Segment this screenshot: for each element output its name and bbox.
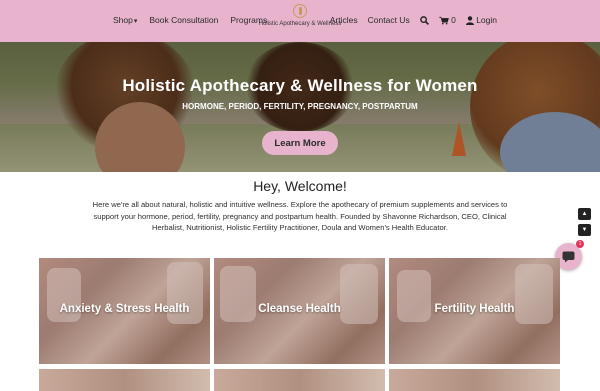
chevron-down-icon: ▾ [133, 18, 138, 25]
login-button[interactable]: Login [465, 15, 497, 26]
hero-banner: Holistic Apothecary & Wellness for Women… [0, 42, 600, 172]
cart-icon [438, 17, 449, 25]
nav-book-consultation[interactable]: Book Consultation [149, 15, 218, 25]
nav-shop[interactable]: Shop▾ [113, 15, 137, 25]
category-tile-cleanse[interactable]: Cleanse Health [214, 258, 385, 364]
nav-shop-label: Shop [113, 15, 133, 25]
tile-label: Anxiety & Stress Health [59, 303, 190, 315]
site-header: Shop▾ Book Consultation Programs Holisti… [0, 0, 600, 42]
scroll-down-button[interactable]: ▼ [578, 224, 591, 236]
category-tile-next[interactable] [214, 369, 385, 391]
search-icon [419, 16, 429, 26]
tile-label: Fertility Health [434, 303, 515, 315]
category-tile-next[interactable] [39, 369, 210, 391]
search-button[interactable] [419, 15, 429, 26]
welcome-title: Hey, Welcome! [253, 178, 347, 194]
hero-subtitle: HORMONE, PERIOD, FERTILITY, PREGNANCY, P… [182, 102, 418, 111]
tile-label: Cleanse Health [258, 303, 341, 315]
user-icon [465, 16, 474, 26]
category-tile-next[interactable] [389, 369, 560, 391]
learn-more-button[interactable]: Learn More [262, 131, 338, 155]
cart-count: 0 [451, 15, 456, 25]
caret-up-icon: ▲ [581, 211, 588, 217]
welcome-text: Here we're all about natural, holistic a… [92, 200, 508, 232]
nav-contact-us[interactable]: Contact Us [368, 15, 410, 25]
chat-icon [562, 251, 575, 262]
logo-mark-icon [293, 4, 307, 18]
hero-title: Holistic Apothecary & Wellness for Women [122, 76, 478, 95]
cart-button[interactable]: 0 [438, 15, 456, 25]
nav-articles[interactable]: Articles [330, 15, 358, 25]
caret-down-icon: ▼ [581, 227, 588, 233]
scroll-up-button[interactable]: ▲ [578, 208, 591, 220]
chat-badge: 1 [576, 240, 584, 248]
primary-nav: Shop▾ Book Consultation Programs [113, 15, 267, 25]
category-tile-fertility[interactable]: Fertility Health [389, 258, 560, 364]
secondary-nav: Articles Contact Us 0 Login [330, 15, 497, 26]
category-tile-anxiety[interactable]: Anxiety & Stress Health [39, 258, 210, 364]
login-label: Login [476, 15, 497, 25]
